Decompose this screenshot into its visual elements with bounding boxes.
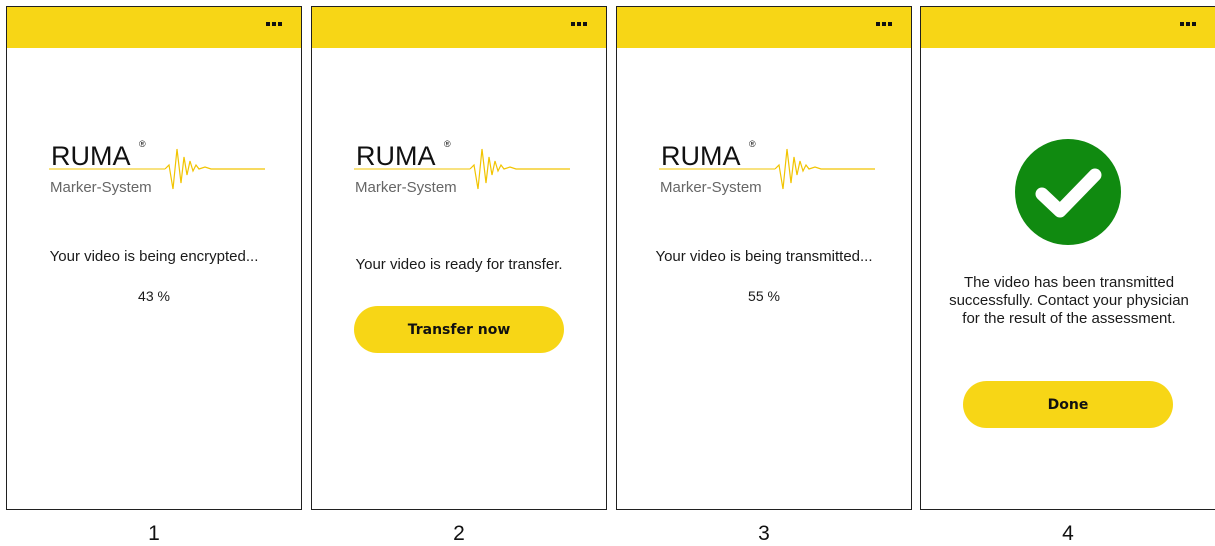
logo-registered-mark: ®: [139, 139, 146, 149]
checkmark-success-icon: [1015, 139, 1121, 245]
ruma-logo: RUMA ® Marker-System: [352, 131, 582, 203]
ruma-logo: RUMA ® Marker-System: [657, 131, 887, 203]
top-bar: [617, 7, 911, 48]
screen-caption: 4: [1062, 522, 1074, 545]
ruma-logo: RUMA ® Marker-System: [47, 131, 277, 203]
more-options-icon[interactable]: [876, 22, 892, 30]
screen-ready: RUMA ® Marker-System Your video is ready…: [311, 6, 607, 510]
progress-percent: 43 %: [138, 288, 170, 304]
top-bar: [921, 7, 1215, 48]
top-bar: [7, 7, 301, 48]
screen-caption: 1: [148, 522, 160, 545]
more-options-icon[interactable]: [571, 22, 587, 30]
logo-subtitle: Marker-System: [50, 179, 152, 196]
logo-title: RUMA: [356, 141, 436, 171]
screen-transmitting: RUMA ® Marker-System Your video is being…: [616, 6, 912, 510]
logo-subtitle: Marker-System: [660, 179, 762, 196]
more-options-icon[interactable]: [1180, 22, 1196, 30]
status-message: Your video is being encrypted...: [49, 248, 259, 265]
done-button[interactable]: Done: [963, 381, 1173, 428]
more-options-icon[interactable]: [266, 22, 282, 30]
screen-encrypting: RUMA ® Marker-System Your video is being…: [6, 6, 302, 510]
success-message: The video has been transmitted successfu…: [949, 274, 1189, 327]
logo-registered-mark: ®: [444, 139, 451, 149]
logo-title: RUMA: [51, 141, 131, 171]
logo-subtitle: Marker-System: [355, 179, 457, 196]
status-message: Your video is ready for transfer.: [355, 256, 563, 273]
top-bar: [312, 7, 606, 48]
progress-percent: 55 %: [748, 288, 780, 304]
screen-caption: 2: [453, 522, 465, 545]
logo-registered-mark: ®: [749, 139, 756, 149]
screen-caption: 3: [758, 522, 770, 545]
transfer-now-button[interactable]: Transfer now: [354, 306, 564, 353]
status-message: Your video is being transmitted...: [655, 248, 873, 265]
logo-title: RUMA: [661, 141, 741, 171]
screen-success: The video has been transmitted successfu…: [920, 6, 1215, 510]
